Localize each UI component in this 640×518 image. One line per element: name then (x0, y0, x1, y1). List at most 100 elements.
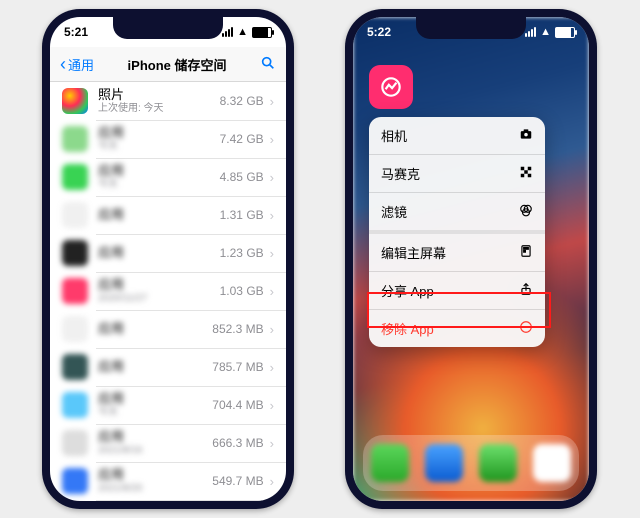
row-meta: 应用今天 (98, 392, 212, 418)
phone-home: 5:22 ▲ 相机马赛克滤镜编辑主屏幕分享 App 移除 App (345, 9, 597, 509)
app-size: 666.3 MB (212, 436, 263, 450)
app-name: 应用 (98, 430, 212, 445)
app-size: 549.7 MB (212, 474, 263, 488)
menu-item-edit[interactable]: 编辑主屏幕 (369, 230, 545, 271)
row-meta: 应用 (98, 322, 212, 337)
filter-icon (519, 203, 533, 220)
chevron-right-icon: › (270, 436, 274, 451)
storage-row[interactable]: 应用2021/8/16666.3 MB › (50, 424, 286, 462)
row-meta: 应用 (98, 360, 212, 375)
storage-list[interactable]: 照片上次使用: 今天8.32 GB›应用今天7.42 GB›应用今天4.85 G… (50, 82, 286, 501)
dock-app[interactable] (425, 444, 463, 482)
storage-row[interactable]: 应用785.7 MB › (50, 348, 286, 386)
back-button[interactable]: ‹ 通用 (60, 55, 94, 74)
app-size: 7.42 GB (220, 132, 264, 146)
storage-row[interactable]: 应用今天704.4 MB› (50, 386, 286, 424)
app-icon (62, 164, 88, 190)
row-meta: 应用2020/11/27 (98, 278, 220, 304)
app-icon (62, 354, 88, 380)
storage-row[interactable]: 应用1.31 GB › (50, 196, 286, 234)
chevron-right-icon: › (270, 94, 274, 109)
app-subtitle: 今天 (98, 407, 212, 419)
status-time: 5:21 (64, 25, 88, 39)
app-icon (62, 278, 88, 304)
app-icon-target[interactable] (369, 65, 413, 109)
notch (113, 17, 223, 39)
app-icon (62, 88, 88, 114)
app-size: 852.3 MB (212, 322, 263, 336)
app-size: 1.23 GB (220, 246, 264, 260)
app-icon (62, 316, 88, 342)
app-icon (62, 430, 88, 456)
menu-label: 相机 (381, 126, 407, 145)
app-glyph-icon (378, 74, 404, 100)
row-meta: 照片上次使用: 今天 (98, 88, 220, 114)
app-size: 1.03 GB (220, 284, 264, 298)
remove-icon (519, 320, 533, 337)
dock (363, 435, 579, 491)
status-right: ▲ (525, 26, 575, 38)
storage-row[interactable]: 照片上次使用: 今天8.32 GB› (50, 82, 286, 120)
app-name: 应用 (98, 246, 220, 261)
menu-label: 移除 App (381, 319, 434, 338)
menu-item-filter[interactable]: 滤镜 (369, 192, 545, 230)
mosaic-icon (519, 165, 533, 182)
app-size: 4.85 GB (220, 170, 264, 184)
search-button[interactable] (260, 55, 276, 74)
storage-row[interactable]: 应用545.9 MB› (50, 500, 286, 501)
chevron-right-icon: › (270, 322, 274, 337)
row-meta: 应用 (98, 246, 220, 261)
app-size: 1.31 GB (220, 208, 264, 222)
chevron-right-icon: › (270, 170, 274, 185)
share-icon (519, 282, 533, 299)
app-name: 应用 (98, 164, 220, 179)
app-icon (62, 468, 88, 494)
chevron-right-icon: › (270, 132, 274, 147)
camera-icon (519, 127, 533, 144)
status-time: 5:22 (367, 25, 391, 39)
app-subtitle: 2021/8/20 (98, 483, 212, 495)
app-subtitle: 上次使用: 今天 (98, 103, 220, 115)
app-size: 785.7 MB (212, 360, 263, 374)
dock-app[interactable] (533, 444, 571, 482)
storage-row[interactable]: 应用852.3 MB › (50, 310, 286, 348)
notch (416, 17, 526, 39)
app-subtitle: 2021/8/16 (98, 445, 212, 457)
back-label: 通用 (68, 55, 94, 74)
chevron-right-icon: › (270, 208, 274, 223)
app-icon (62, 240, 88, 266)
cellular-icon (222, 27, 233, 37)
phone-storage: 5:21 ▲ ‹ 通用 iPhone 储存空间 照片上次使用: 今天8.32 G… (42, 9, 294, 509)
dock-app[interactable] (371, 444, 409, 482)
row-meta: 应用今天 (98, 164, 220, 190)
row-meta: 应用2021/8/20 (98, 468, 212, 494)
app-icon (62, 202, 88, 228)
storage-row[interactable]: 应用今天7.42 GB› (50, 120, 286, 158)
app-icon (62, 126, 88, 152)
nav-bar: ‹ 通用 iPhone 储存空间 (50, 47, 286, 82)
storage-row[interactable]: 应用2021/8/20549.7 MB › (50, 462, 286, 500)
app-subtitle: 今天 (98, 179, 220, 191)
chevron-right-icon: › (270, 474, 274, 489)
app-name: 应用 (98, 278, 220, 293)
battery-icon (252, 27, 272, 38)
storage-row[interactable]: 应用2020/11/271.03 GB› (50, 272, 286, 310)
row-meta: 应用 (98, 208, 220, 223)
app-subtitle: 今天 (98, 141, 220, 153)
menu-item-camera[interactable]: 相机 (369, 117, 545, 154)
menu-label: 分享 App (381, 281, 434, 300)
menu-item-share[interactable]: 分享 App (369, 271, 545, 309)
storage-row[interactable]: 应用1.23 GB› (50, 234, 286, 272)
edit-icon (519, 244, 533, 261)
menu-label: 滤镜 (381, 202, 407, 221)
dock-app[interactable] (479, 444, 517, 482)
app-name: 应用 (98, 322, 212, 337)
app-icon (62, 392, 88, 418)
chevron-right-icon: › (270, 360, 274, 375)
storage-row[interactable]: 应用今天4.85 GB › (50, 158, 286, 196)
row-meta: 应用2021/8/16 (98, 430, 212, 456)
screen-home: 5:22 ▲ 相机马赛克滤镜编辑主屏幕分享 App 移除 App (353, 17, 589, 501)
menu-item-remove[interactable]: 移除 App (369, 309, 545, 347)
menu-item-mosaic[interactable]: 马赛克 (369, 154, 545, 192)
app-name: 应用 (98, 208, 220, 223)
